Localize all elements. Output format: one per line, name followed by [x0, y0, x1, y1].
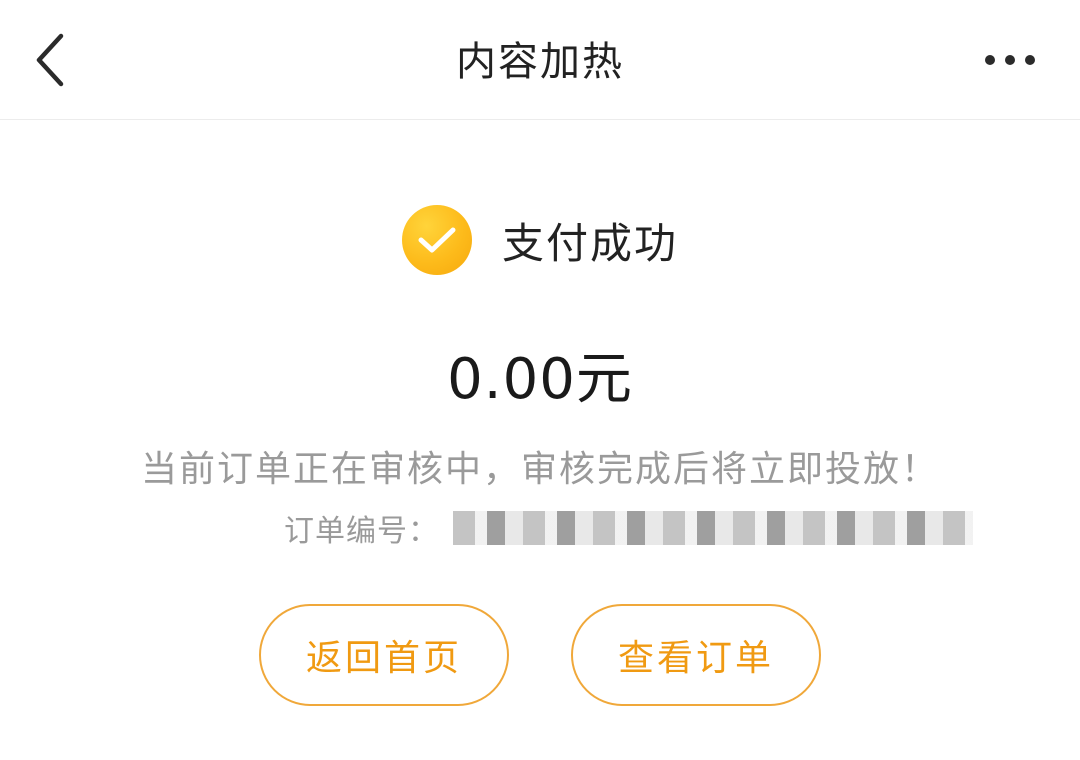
check-circle-icon [401, 205, 472, 275]
status-text: 支付成功 [501, 218, 678, 268]
view-order-button[interactable]: 查看订单 [571, 604, 821, 706]
page-title: 内容加热 [456, 39, 624, 85]
more-dot [1025, 55, 1035, 65]
review-notice: 当前订单正在审核中，审核完成后将立即投放！ [140, 449, 939, 490]
more-dot [1005, 55, 1015, 65]
back-to-home-button[interactable]: 返回首页 [259, 604, 509, 706]
more-horizontal-icon [985, 55, 995, 65]
payment-amount: 0.00元 [447, 347, 633, 412]
payment-status: 支付成功 [0, 202, 1080, 278]
top-nav-bar: 内容加热 [0, 0, 1080, 120]
order-number-redacted [453, 511, 973, 545]
payment-success-screen: 内容加热 支付成功 0.00元 当前订单正在审核中，审核完成后将立即投放！ 订单… [0, 0, 1080, 760]
order-number-label: 订单编号： [284, 514, 439, 549]
order-number-row: 订单编号： [284, 506, 973, 550]
more-button[interactable] [970, 35, 1050, 85]
checkmark-icon [418, 227, 456, 253]
